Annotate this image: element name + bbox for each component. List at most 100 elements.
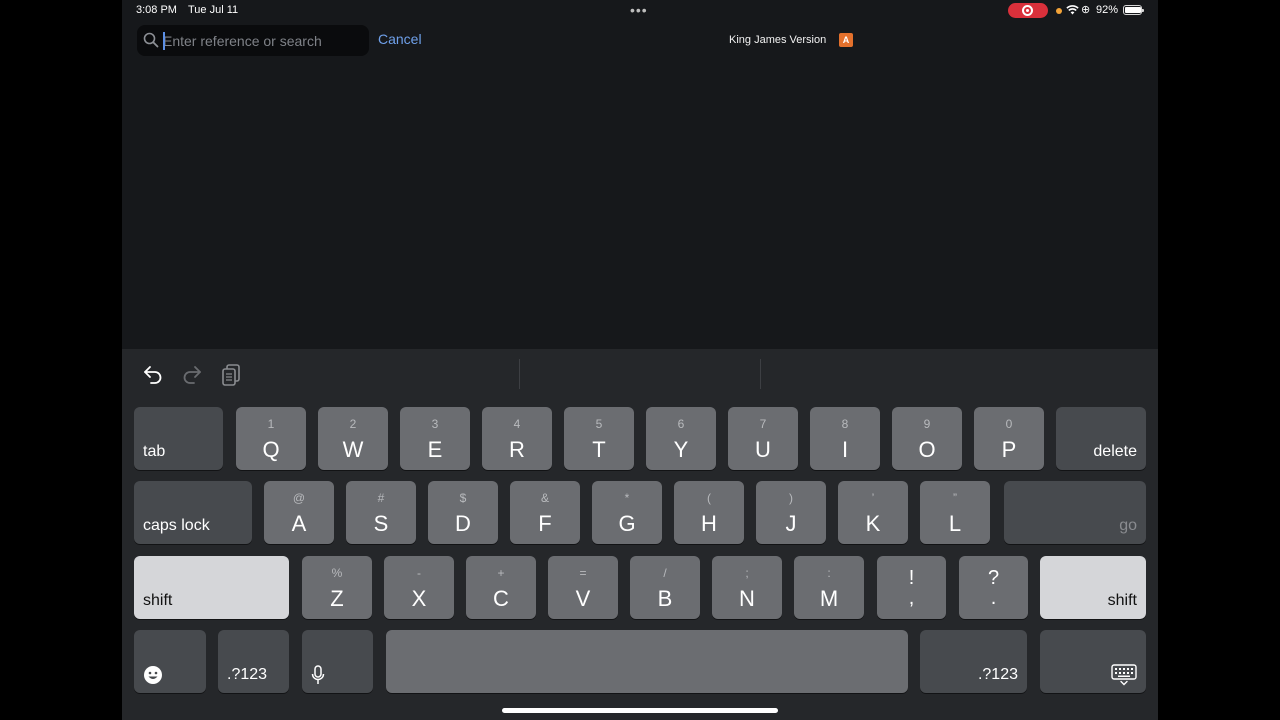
key-letter: K [865, 511, 881, 536]
key-d[interactable]: $ D [428, 481, 498, 544]
key-alt-glyph: / [663, 566, 667, 580]
key-q[interactable]: 1Q [236, 407, 306, 470]
record-icon [1022, 5, 1033, 16]
shift-left-key[interactable]: shift [134, 556, 289, 619]
key-alt-glyph: ’ [871, 491, 875, 505]
key-alt-glyph: # [377, 491, 385, 505]
key-letter: S [373, 511, 389, 536]
status-date: Tue Jul 11 [188, 4, 239, 16]
bible-version-selector[interactable]: King James Version [729, 34, 826, 46]
tab-key[interactable]: tab [134, 407, 223, 470]
key-i[interactable]: 8I [810, 407, 880, 470]
key-z[interactable]: % Z [302, 556, 372, 619]
version-badge[interactable]: A [839, 33, 853, 47]
key-alt-glyph: * [624, 491, 630, 505]
dictation-key[interactable] [302, 630, 373, 693]
status-bar: 3:08 PM Tue Jul 11 ••• ⊕ 92% [122, 0, 1158, 22]
caps-lock-key[interactable]: caps lock [134, 481, 252, 544]
search-input[interactable] [163, 29, 363, 53]
key-x[interactable]: -X [384, 556, 454, 619]
key-top-glyph: ! [908, 567, 915, 589]
screen-recording-indicator[interactable] [1008, 3, 1048, 18]
key-letter: F [538, 511, 552, 536]
key-alt-glyph: ) [789, 491, 793, 505]
key-question-period[interactable]: ? . [959, 556, 1028, 619]
key-letter: O [918, 437, 936, 462]
key-alt-glyph: + [497, 566, 505, 580]
key-h[interactable]: (H [674, 481, 744, 544]
key-bottom-glyph: , [908, 587, 915, 609]
key-letter: Q [262, 437, 280, 462]
key-letter: L [948, 511, 962, 536]
key-alt-glyph: 8 [841, 417, 849, 431]
key-alt-glyph: @ [292, 491, 306, 505]
key-e[interactable]: 3E [400, 407, 470, 470]
space-bar[interactable] [386, 630, 908, 693]
key-letter: J [785, 511, 797, 536]
redo-icon[interactable] [181, 363, 203, 385]
key-l[interactable]: ” L [920, 481, 990, 544]
key-letter: N [739, 586, 755, 611]
key-s[interactable]: # S [346, 481, 416, 544]
delete-key[interactable]: delete [1056, 407, 1146, 470]
suggestion-divider [760, 359, 761, 389]
numbers-left-key[interactable]: .?123 [218, 630, 289, 693]
key-letter: D [455, 511, 471, 536]
key-letter: W [342, 437, 364, 462]
key-alt-glyph: 7 [759, 417, 767, 431]
emoji-key[interactable] [134, 630, 206, 693]
key-n[interactable]: ; N [712, 556, 782, 619]
undo-icon[interactable] [142, 363, 164, 385]
key-p[interactable]: 0P [974, 407, 1044, 470]
go-key[interactable]: go [1004, 481, 1146, 544]
search-field[interactable] [137, 25, 369, 56]
key-m[interactable]: :M [794, 556, 864, 619]
numbers-left-label: .?123 [227, 666, 268, 683]
ipad-screen: 3:08 PM Tue Jul 11 ••• ⊕ 92% Cancel King… [122, 0, 1158, 720]
key-k[interactable]: ’ K [838, 481, 908, 544]
key-letter: E [427, 437, 443, 462]
key-letter: Y [673, 437, 689, 462]
key-alt-glyph: 4 [513, 417, 521, 431]
key-f[interactable]: & F [510, 481, 580, 544]
status-time: 3:08 PM [136, 4, 177, 16]
home-indicator[interactable] [502, 708, 778, 713]
numbers-right-label: .?123 [977, 666, 1018, 683]
shift-right-key[interactable]: shift [1040, 556, 1146, 619]
key-letter: T [592, 437, 606, 462]
key-letter: B [657, 586, 673, 611]
key-t[interactable]: 5T [564, 407, 634, 470]
key-letter: U [755, 437, 771, 462]
key-alt-glyph: & [540, 491, 549, 505]
key-a[interactable]: @ A [264, 481, 334, 544]
key-u[interactable]: 7U [728, 407, 798, 470]
key-letter: C [493, 586, 509, 611]
numbers-right-key[interactable]: .?123 [920, 630, 1027, 693]
dismiss-keyboard-key[interactable] [1040, 630, 1146, 693]
battery-icon [1123, 5, 1144, 15]
wifi-icon [1066, 5, 1079, 15]
key-alt-glyph: % [331, 566, 343, 580]
key-r[interactable]: 4R [482, 407, 552, 470]
key-c[interactable]: + C [466, 556, 536, 619]
key-b[interactable]: / B [630, 556, 700, 619]
key-exclamation-comma[interactable]: ! , [877, 556, 946, 619]
key-letter: H [701, 511, 717, 536]
key-alt-glyph: = [579, 566, 587, 580]
key-letter: M [819, 586, 839, 611]
key-top-glyph: ? [987, 567, 1000, 589]
key-y[interactable]: 6Y [646, 407, 716, 470]
key-g[interactable]: * G [592, 481, 662, 544]
key-j[interactable]: ) J [756, 481, 826, 544]
cancel-button[interactable]: Cancel [378, 31, 422, 47]
key-v[interactable]: = V [548, 556, 618, 619]
paste-icon[interactable] [221, 363, 243, 387]
key-o[interactable]: 9O [892, 407, 962, 470]
key-alt-glyph: : [827, 566, 831, 580]
key-alt-glyph: $ [459, 491, 467, 505]
multitasking-dots[interactable]: ••• [630, 2, 648, 18]
search-icon [143, 32, 159, 48]
key-w[interactable]: 2W [318, 407, 388, 470]
shift-left-label: shift [143, 592, 173, 609]
suggestion-divider [519, 359, 520, 389]
